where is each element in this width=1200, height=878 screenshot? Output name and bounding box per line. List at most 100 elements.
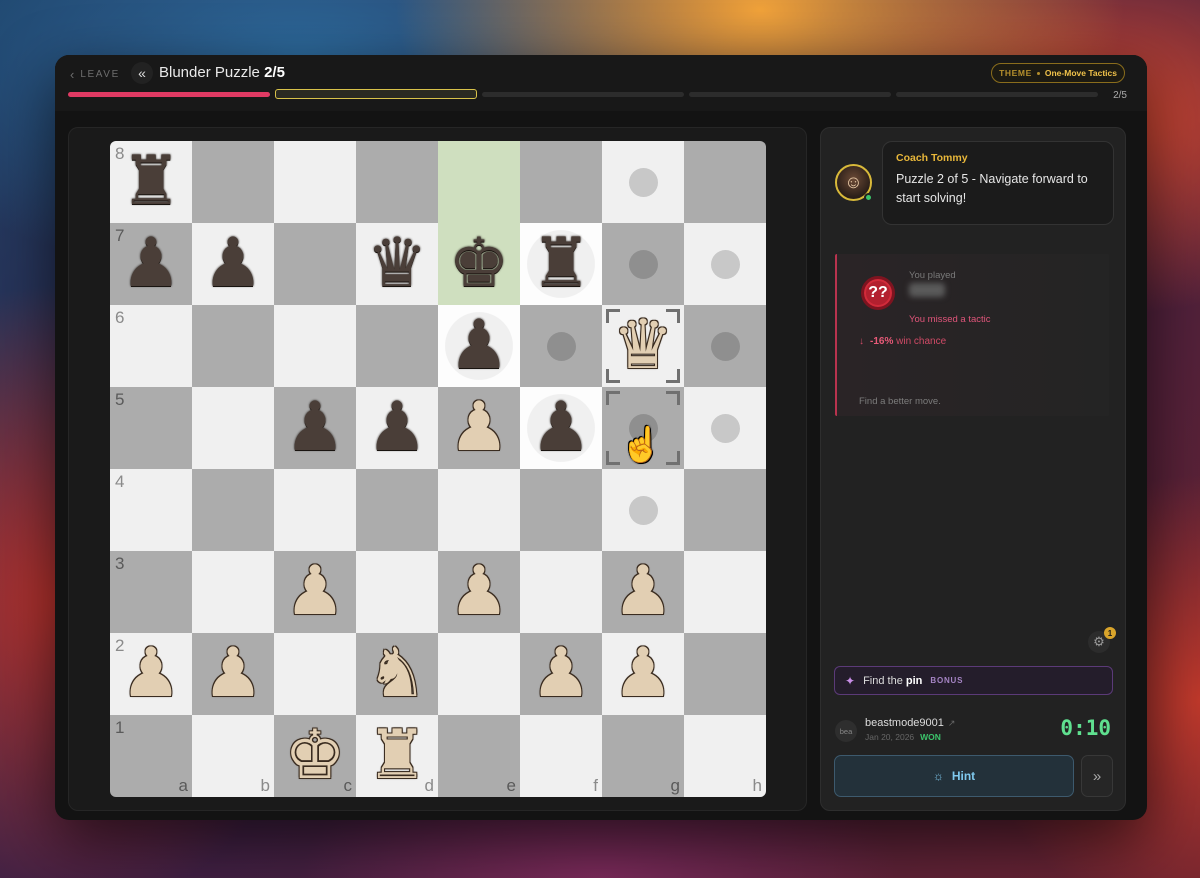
white-pawn-icon[interactable]: ♟ (285, 558, 346, 626)
square-a8[interactable]: 8 ♜ (110, 141, 192, 223)
square-b5[interactable] (192, 387, 274, 469)
legal-move-dot[interactable] (710, 413, 740, 443)
black-pawn-icon[interactable]: ♟ (367, 394, 428, 462)
square-a4[interactable]: 4 (110, 469, 192, 551)
square-g8[interactable] (602, 141, 684, 223)
black-rook-icon[interactable]: ♜ (531, 230, 592, 298)
hint-button[interactable]: ☼ Hint (834, 755, 1074, 797)
legal-move-dot[interactable] (628, 167, 658, 197)
square-b8[interactable] (192, 141, 274, 223)
black-pawn-icon[interactable]: ♟ (203, 230, 264, 298)
square-f1[interactable]: f (520, 715, 602, 797)
square-c2[interactable] (274, 633, 356, 715)
square-e2[interactable] (438, 633, 520, 715)
black-king-icon[interactable]: ♚ (449, 230, 510, 298)
black-pawn-icon[interactable]: ♟ (121, 230, 182, 298)
square-h6[interactable] (684, 305, 766, 387)
white-knight-icon[interactable]: ♞ (367, 640, 428, 708)
square-a3[interactable]: 3 (110, 551, 192, 633)
square-f6[interactable] (520, 305, 602, 387)
square-c7[interactable] (274, 223, 356, 305)
square-g4[interactable] (602, 469, 684, 551)
square-g3[interactable]: ♟ (602, 551, 684, 633)
square-f3[interactable] (520, 551, 602, 633)
played-move-hidden (909, 283, 945, 297)
square-d3[interactable] (356, 551, 438, 633)
legal-move-dot[interactable] (710, 249, 740, 279)
square-b6[interactable] (192, 305, 274, 387)
square-h1[interactable]: h (684, 715, 766, 797)
square-c1[interactable]: c ♚ (274, 715, 356, 797)
skip-button[interactable]: » (1081, 755, 1113, 797)
square-g1[interactable]: g (602, 715, 684, 797)
square-d1[interactable]: d ♜ (356, 715, 438, 797)
white-king-icon[interactable]: ♚ (285, 722, 346, 790)
square-b7[interactable]: ♟ (192, 223, 274, 305)
white-pawn-icon[interactable]: ♟ (531, 640, 592, 708)
square-e5[interactable]: ♟ (438, 387, 520, 469)
square-c5[interactable]: ♟ (274, 387, 356, 469)
black-queen-icon[interactable]: ♛ (367, 230, 428, 298)
square-b3[interactable] (192, 551, 274, 633)
white-pawn-icon[interactable]: ♟ (613, 640, 674, 708)
square-g5[interactable]: ☝ (602, 387, 684, 469)
chess-board[interactable]: 8 ♜ 7 ♟ ♟ ♛ ♚ ♜ 6 ♟ ♛ 5 ♟ ♟ ♟ ♟ ☝ 4 3 ♟ ♟ ♟ 2 ♟ ♟ ♞ ♟ ♟ 1 a b c ♚ d ♜ e f g h (110, 141, 766, 797)
square-f5[interactable]: ♟ (520, 387, 602, 469)
square-f8[interactable] (520, 141, 602, 223)
legal-move-dot[interactable] (628, 495, 658, 525)
black-pawn-icon[interactable]: ♟ (449, 312, 510, 380)
square-a7[interactable]: 7 ♟ (110, 223, 192, 305)
white-rook-icon[interactable]: ♜ (367, 722, 428, 790)
square-d2[interactable]: ♞ (356, 633, 438, 715)
square-g2[interactable]: ♟ (602, 633, 684, 715)
square-a5[interactable]: 5 (110, 387, 192, 469)
square-d7[interactable]: ♛ (356, 223, 438, 305)
white-pawn-icon[interactable]: ♟ (121, 640, 182, 708)
square-b2[interactable]: ♟ (192, 633, 274, 715)
square-e6[interactable]: ♟ (438, 305, 520, 387)
square-h5[interactable] (684, 387, 766, 469)
square-c3[interactable]: ♟ (274, 551, 356, 633)
square-c4[interactable] (274, 469, 356, 551)
square-h8[interactable] (684, 141, 766, 223)
white-pawn-icon[interactable]: ♟ (613, 558, 674, 626)
square-a6[interactable]: 6 (110, 305, 192, 387)
white-pawn-icon[interactable]: ♟ (449, 558, 510, 626)
square-a1[interactable]: 1a (110, 715, 192, 797)
back-button[interactable]: « (131, 62, 153, 84)
white-pawn-icon[interactable]: ♟ (449, 394, 510, 462)
square-f2[interactable]: ♟ (520, 633, 602, 715)
leave-button[interactable]: ‹ LEAVE (70, 67, 120, 82)
square-d8[interactable] (356, 141, 438, 223)
square-h7[interactable] (684, 223, 766, 305)
legal-move-dot[interactable] (710, 331, 740, 361)
square-e8[interactable] (438, 141, 520, 223)
square-e3[interactable]: ♟ (438, 551, 520, 633)
square-h3[interactable] (684, 551, 766, 633)
square-f7[interactable]: ♜ (520, 223, 602, 305)
square-e1[interactable]: e (438, 715, 520, 797)
black-pawn-icon[interactable]: ♟ (285, 394, 346, 462)
legal-move-dot[interactable] (546, 331, 576, 361)
square-e4[interactable] (438, 469, 520, 551)
square-g6[interactable]: ♛ (602, 305, 684, 387)
legal-move-dot[interactable] (628, 249, 658, 279)
square-g7[interactable] (602, 223, 684, 305)
square-d4[interactable] (356, 469, 438, 551)
square-h2[interactable] (684, 633, 766, 715)
square-a2[interactable]: 2 ♟ (110, 633, 192, 715)
player-name-row[interactable]: beastmode9001 ↗ (865, 717, 955, 729)
square-c8[interactable] (274, 141, 356, 223)
white-pawn-icon[interactable]: ♟ (203, 640, 264, 708)
square-d6[interactable] (356, 305, 438, 387)
black-rook-icon[interactable]: ♜ (121, 148, 182, 216)
black-pawn-icon[interactable]: ♟ (531, 394, 592, 462)
square-f4[interactable] (520, 469, 602, 551)
square-h4[interactable] (684, 469, 766, 551)
square-c6[interactable] (274, 305, 356, 387)
square-d5[interactable]: ♟ (356, 387, 438, 469)
square-b4[interactable] (192, 469, 274, 551)
square-e7[interactable]: ♚ (438, 223, 520, 305)
bonus-challenge-button[interactable]: ✦ Find the pin BONUS (834, 666, 1113, 695)
square-b1[interactable]: b (192, 715, 274, 797)
